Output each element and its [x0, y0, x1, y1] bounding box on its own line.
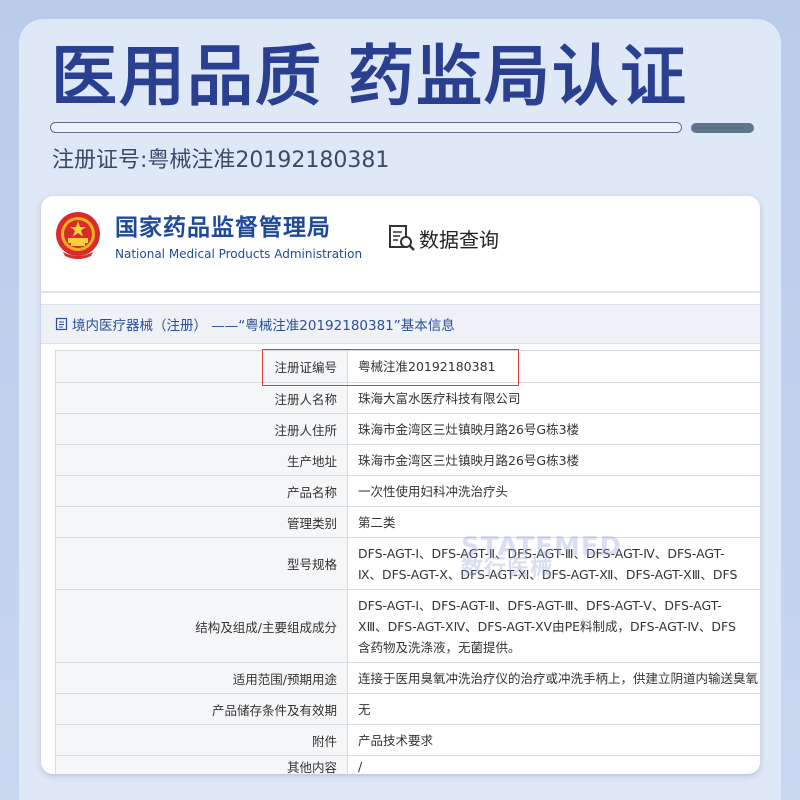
table-row: 附件 产品技术要求 [55, 724, 760, 756]
field-label: 产品储存条件及有效期 [55, 693, 348, 725]
field-value-line: 一次性使用妇科冲洗治疗头 [358, 483, 509, 499]
table-row: 结构及组成/主要组成成分 DFS-AGT-Ⅰ、DFS-AGT-Ⅱ、DFS-AGT-… [55, 589, 760, 663]
field-value-line: / [358, 759, 363, 774]
field-value-line: 珠海大富水医疗科技有限公司 [358, 390, 521, 406]
device-info-table: 注册证编号 粤械注准20192180381 注册人名称 珠海大富水医疗科技有限公司 注册… [55, 350, 760, 774]
table-row: 注册人名称 珠海大富水医疗科技有限公司 [55, 382, 760, 414]
decorative-bar-short [691, 123, 754, 133]
watermark: STATEMED 数行医械 [461, 532, 623, 580]
agency-name-en: National Medical Products Administration [115, 247, 363, 261]
table-row: 产品名称 一次性使用妇科冲洗治疗头 [55, 475, 760, 507]
field-value-line: 珠海市金湾区三灶镇映月路26号G栋3楼 [358, 452, 580, 468]
agency-name-cn: 国家药品监督管理局 [115, 215, 331, 241]
field-label: 注册人住所 [55, 413, 348, 445]
field-value: 珠海大富水医疗科技有限公司 [347, 382, 760, 414]
field-label: 注册人名称 [55, 382, 348, 414]
field-value: / [347, 755, 760, 774]
field-value-line: 第二类 [358, 514, 396, 530]
field-label: 型号规格 [55, 537, 348, 590]
table-row: 产品储存条件及有效期无 [55, 693, 760, 725]
decorative-bar-long [50, 122, 682, 133]
national-emblem-icon [56, 212, 100, 259]
field-value-line: 珠海市金湾区三灶镇映月路26号G栋3楼 [358, 421, 580, 437]
registration-number-line: 注册证号:粤械注准20192180381 [52, 148, 390, 173]
data-query-label: 数据查询 [419, 227, 499, 252]
registration-number-highlight [262, 349, 519, 386]
search-document-icon [389, 225, 415, 251]
field-label: 其他内容 [55, 755, 348, 774]
table-row: 管理类别 第二类 [55, 506, 760, 538]
field-value: 珠海市金湾区三灶镇映月路26号G栋3楼 [347, 413, 760, 445]
field-value-line: 连接于医用臭氧冲洗治疗仪的治疗或冲洗手柄上，供建立阴道内输送臭氧 [358, 670, 759, 686]
breadcrumb-text: 境内医疗器械（注册） ——“粤械注准20192180381”基本信息 [72, 318, 455, 334]
field-label: 结构及组成/主要组成成分 [55, 589, 348, 663]
field-label: 管理类别 [55, 506, 348, 538]
field-value-line: ⅩⅢ、DFS-AGT-ⅩⅣ、DFS-AGT-ⅩⅤ由PE料制成，DFS-AGT-Ⅳ… [358, 618, 736, 634]
table-row: 生产地址 珠海市金湾区三灶镇映月路26号G栋3楼 [55, 444, 760, 476]
field-label: 生产地址 [55, 444, 348, 476]
field-label: 附件 [55, 724, 348, 756]
field-label: 适用范围/预期用途 [55, 662, 348, 694]
field-label: 产品名称 [55, 475, 348, 507]
field-value: 连接于医用臭氧冲洗治疗仪的治疗或冲洗手柄上，供建立阴道内输送臭氧 [347, 662, 760, 694]
headline: 医用品质 药监局认证 [51, 38, 688, 115]
field-value: 一次性使用妇科冲洗治疗头 [347, 475, 760, 507]
watermark-line1: STATEMED [461, 532, 623, 562]
breadcrumb: 境内医疗器械（注册） ——“粤械注准20192180381”基本信息 [41, 304, 760, 344]
document-icon [55, 317, 68, 331]
field-value-line: DFS-AGT-Ⅰ、DFS-AGT-Ⅱ、DFS-AGT-Ⅲ、DFS-AGT-Ⅴ、… [358, 597, 722, 613]
nmpa-screenshot-card: 国家药品监督管理局 National Medical Products Admi… [41, 196, 760, 774]
field-value-line: 含药物及洗涤液，无菌提供。 [358, 639, 521, 655]
data-query-link[interactable]: 数据查询 [387, 222, 499, 254]
field-value-line: 产品技术要求 [358, 732, 434, 748]
field-value: DFS-AGT-Ⅰ、DFS-AGT-Ⅱ、DFS-AGT-Ⅲ、DFS-AGT-Ⅴ、… [347, 589, 760, 663]
table-row: 其他内容 / [55, 755, 760, 774]
table-row: 型号规格 DFS-AGT-Ⅰ、DFS-AGT-Ⅱ、DFS-AGT-Ⅲ、DFS-AG… [55, 537, 760, 590]
field-value: 珠海市金湾区三灶镇映月路26号G栋3楼 [347, 444, 760, 476]
table-row: 注册人住所 珠海市金湾区三灶镇映月路26号G栋3楼 [55, 413, 760, 445]
field-value: 产品技术要求 [347, 724, 760, 756]
field-value: 无 [347, 693, 760, 725]
field-value-line: 无 [358, 701, 371, 717]
table-row: 适用范围/预期用途 连接于医用臭氧冲洗治疗仪的治疗或冲洗手柄上，供建立阴道内输送臭… [55, 662, 760, 694]
header-divider [41, 291, 760, 293]
